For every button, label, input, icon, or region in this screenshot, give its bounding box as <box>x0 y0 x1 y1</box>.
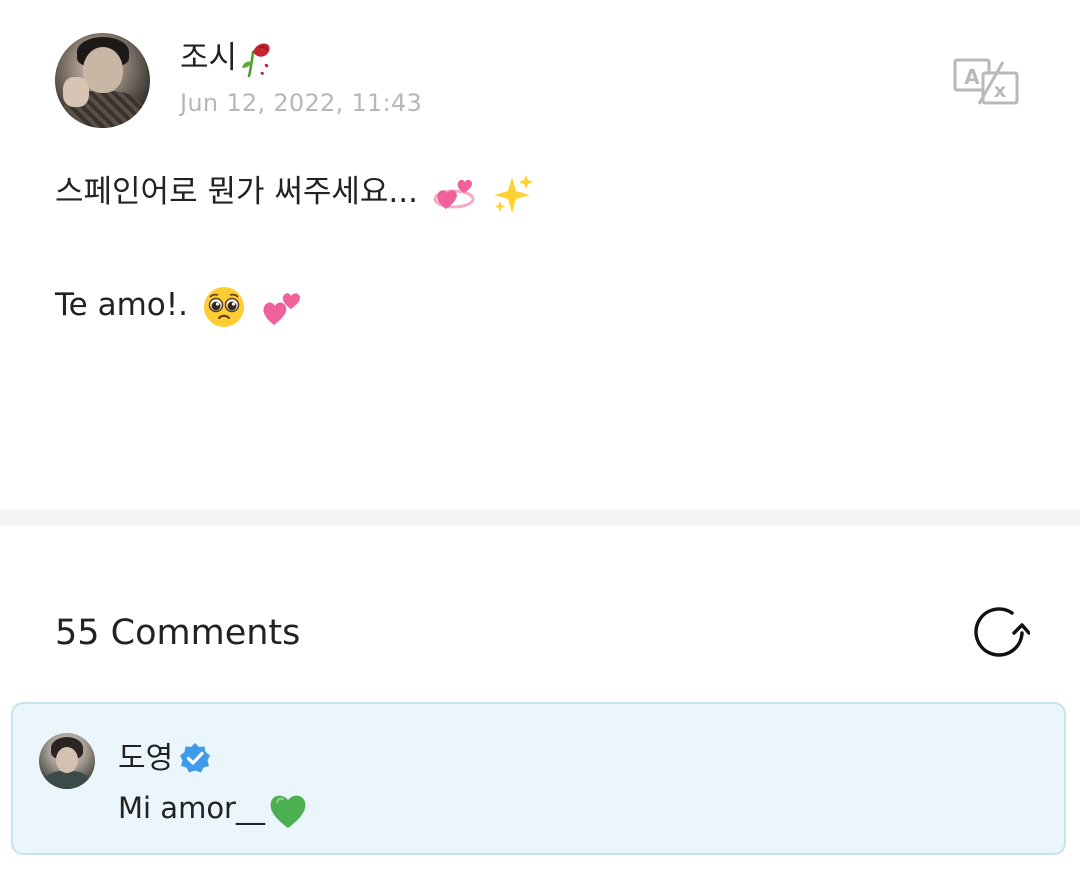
refresh-comments-button[interactable] <box>968 603 1031 661</box>
section-divider <box>0 509 1080 526</box>
translate-icon: A x <box>953 58 1019 105</box>
avatar-hand <box>63 77 89 107</box>
post-body: 스페인어로 뭔가 써주세요... Te amo!. <box>55 170 1015 327</box>
revolving-hearts-icon <box>433 179 475 209</box>
wilted-rose-icon <box>242 43 270 78</box>
avatar-face <box>83 47 123 93</box>
commenter-name-text: 도영 <box>118 741 174 776</box>
commenter-avatar-face <box>56 747 78 773</box>
comments-count-title: 55 Comments <box>55 613 301 653</box>
post-author-name: 조시 <box>180 40 238 76</box>
sparkles-icon <box>493 174 533 213</box>
verified-badge-icon <box>180 742 211 772</box>
svg-text:x: x <box>994 80 1006 102</box>
post-line-2-text: Te amo!. <box>55 287 189 323</box>
comment-text: Mi amor__ <box>118 788 309 830</box>
post-author[interactable]: 조시 <box>180 38 275 78</box>
post-detail-page: 조시 Jun 12, 2022, 11:43 A x 스페인어로 뭔가 써주세요… <box>0 0 1080 879</box>
comment-text-body: Mi amor__ <box>118 791 265 825</box>
two-hearts-icon <box>263 292 300 325</box>
translate-button[interactable]: A x <box>953 58 1021 106</box>
commenter-name[interactable]: 도영 <box>118 739 211 779</box>
refresh-icon <box>974 607 1031 657</box>
post-line-2: Te amo!. <box>55 283 1015 327</box>
post-paragraph-gap <box>55 214 1015 283</box>
pinned-comment-card[interactable]: 도영 Mi amor__ <box>11 702 1066 855</box>
author-avatar[interactable] <box>55 33 150 128</box>
green-heart-icon <box>270 795 306 828</box>
commenter-avatar[interactable] <box>39 733 95 789</box>
post-line-1: 스페인어로 뭔가 써주세요... <box>55 170 1015 214</box>
svg-text:A: A <box>964 65 980 89</box>
pleading-face-icon <box>203 286 244 327</box>
commenter-avatar-top <box>45 771 89 789</box>
post-date: Jun 12, 2022, 11:43 <box>180 89 423 117</box>
post-line-1-text: 스페인어로 뭔가 써주세요... <box>55 174 418 210</box>
